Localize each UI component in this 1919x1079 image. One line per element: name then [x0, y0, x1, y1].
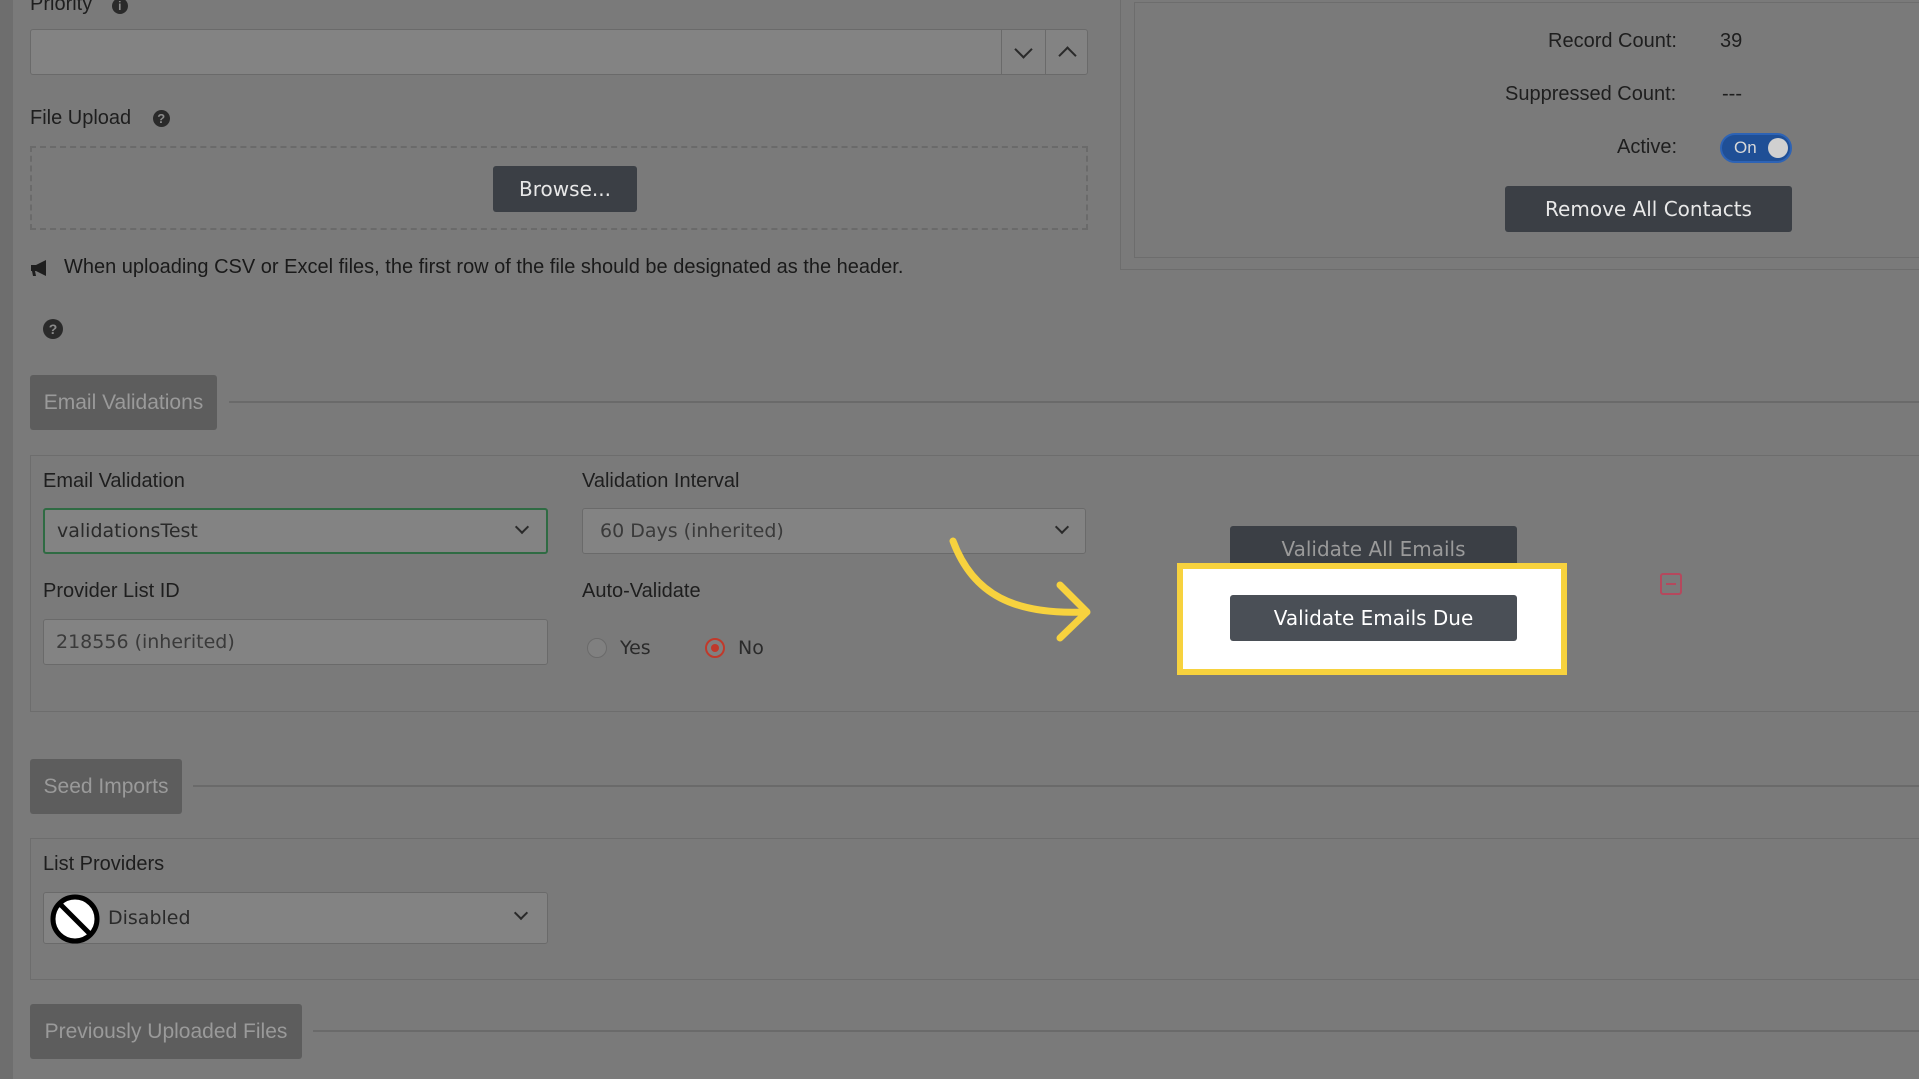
section-divider — [193, 785, 1919, 787]
chevron-up-icon — [1058, 45, 1077, 65]
suppressed-count-value: --- — [1722, 83, 1742, 105]
minus-bar — [1666, 583, 1676, 585]
record-count-value: 39 — [1720, 30, 1743, 52]
validation-interval-label: Validation Interval — [582, 470, 740, 492]
provider-list-id-input[interactable]: 218556 (inherited) — [43, 619, 548, 665]
record-count-label: Record Count: — [1548, 30, 1677, 52]
provider-list-id-label: Provider List ID — [43, 580, 180, 602]
megaphone-icon — [30, 259, 52, 277]
auto-validate-label: Auto-Validate — [582, 580, 701, 602]
active-label: Active: — [1617, 136, 1678, 158]
chevron-down-icon — [514, 519, 530, 535]
browse-button[interactable]: Browse... — [493, 166, 637, 212]
disabled-icon — [50, 894, 100, 944]
chevron-down-icon — [1054, 519, 1070, 535]
priority-stepper[interactable] — [30, 29, 1088, 75]
help-icon[interactable]: ? — [43, 319, 63, 339]
section-divider — [313, 1030, 1919, 1032]
email-validation-value: validationsTest — [57, 520, 198, 542]
chevron-down-icon — [1014, 39, 1033, 59]
email-validations-section-title: Email Validations — [30, 375, 217, 430]
email-validation-label: Email Validation — [43, 470, 185, 492]
priority-label: Priority i — [30, 0, 128, 16]
list-providers-select[interactable]: Disabled — [43, 892, 548, 944]
upload-notice: When uploading CSV or Excel files, the f… — [30, 256, 903, 279]
auto-validate-yes-label: Yes — [620, 637, 651, 659]
auto-validate-yes-radio[interactable] — [587, 638, 607, 658]
auto-validate-no-radio[interactable] — [705, 638, 725, 658]
active-toggle[interactable]: On — [1720, 133, 1792, 163]
list-providers-label: List Providers — [43, 853, 165, 875]
arrow-pointer-icon — [949, 537, 1091, 642]
suppressed-count-label: Suppressed Count: — [1505, 83, 1677, 105]
radio-dot — [711, 644, 719, 652]
collapse-icon[interactable] — [1660, 573, 1682, 595]
decrement-button[interactable] — [1001, 30, 1045, 74]
toggle-on-text: On — [1734, 138, 1757, 157]
file-upload-label: File Upload ? — [30, 107, 170, 130]
chevron-down-icon — [513, 905, 529, 921]
list-providers-value: Disabled — [108, 907, 191, 929]
increment-button[interactable] — [1045, 30, 1089, 74]
seed-imports-section-title: Seed Imports — [30, 759, 182, 814]
toggle-knob — [1768, 138, 1788, 158]
previously-uploaded-section-title: Previously Uploaded Files — [30, 1004, 302, 1059]
remove-all-contacts-button[interactable]: Remove All Contacts — [1505, 186, 1792, 232]
info-icon: i — [111, 0, 128, 14]
help-icon: ? — [152, 110, 170, 128]
email-validation-select[interactable]: validationsTest — [43, 508, 548, 554]
section-divider — [229, 401, 1919, 403]
left-rail — [0, 0, 13, 1079]
provider-list-id-value: 218556 (inherited) — [56, 631, 235, 653]
validate-emails-due-button[interactable]: Validate Emails Due — [1230, 595, 1517, 641]
file-dropzone[interactable]: Browse... — [30, 146, 1088, 230]
validation-interval-value: 60 Days (inherited) — [600, 520, 784, 542]
auto-validate-no-label: No — [738, 637, 764, 659]
